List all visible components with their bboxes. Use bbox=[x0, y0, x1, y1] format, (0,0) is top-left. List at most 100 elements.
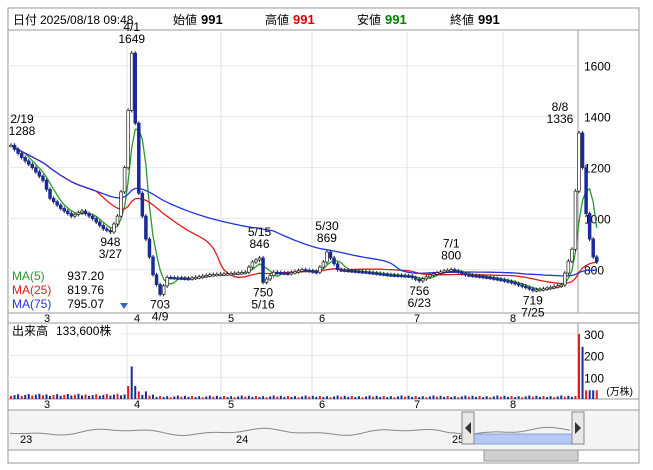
volume-bar bbox=[81, 395, 83, 399]
candle bbox=[101, 225, 106, 230]
candle bbox=[399, 275, 404, 278]
volume-bar bbox=[510, 395, 513, 399]
candle bbox=[37, 171, 42, 177]
price-annotation: 869 bbox=[317, 231, 337, 245]
ma5-value: 937.20 bbox=[67, 269, 104, 283]
candle bbox=[495, 278, 500, 281]
scrollbar-thumb[interactable] bbox=[483, 449, 579, 462]
volume-bar bbox=[542, 395, 545, 399]
overview-selected-range[interactable] bbox=[473, 433, 573, 445]
candle bbox=[552, 286, 556, 289]
candle bbox=[438, 271, 443, 274]
volume-bar bbox=[233, 397, 236, 399]
volume-bar bbox=[460, 396, 463, 399]
y-tick-label: 1400 bbox=[584, 111, 611, 125]
volume-bar bbox=[52, 395, 55, 399]
price-annotation: 846 bbox=[249, 237, 269, 251]
candle bbox=[172, 277, 177, 280]
volume-bar bbox=[127, 385, 130, 399]
volume-bar bbox=[343, 395, 346, 399]
volume-bar bbox=[325, 396, 328, 399]
volume-bar bbox=[38, 393, 41, 399]
volume-bar bbox=[59, 395, 62, 399]
volume-bar bbox=[393, 397, 396, 399]
candle bbox=[204, 275, 209, 278]
volume-bar bbox=[467, 396, 470, 399]
ma25-label: MA(25) bbox=[12, 283, 51, 297]
candle bbox=[396, 274, 400, 278]
candle bbox=[527, 287, 532, 290]
candle bbox=[413, 277, 418, 280]
volume-bar bbox=[123, 394, 126, 399]
volume-bar bbox=[574, 395, 577, 399]
volume-bar bbox=[98, 395, 101, 399]
candle bbox=[594, 256, 599, 263]
candle bbox=[531, 288, 535, 291]
volume-bar bbox=[173, 396, 176, 399]
volume-bar bbox=[120, 395, 123, 399]
volume-bar bbox=[304, 395, 307, 399]
candle bbox=[357, 270, 361, 274]
volume-bar bbox=[208, 395, 211, 399]
candle bbox=[44, 180, 49, 190]
candle bbox=[247, 266, 251, 273]
volume-bar bbox=[361, 397, 364, 399]
candle bbox=[193, 276, 198, 280]
candle bbox=[119, 191, 123, 217]
volume-bar bbox=[386, 397, 389, 399]
x-tick-label: 5 bbox=[228, 313, 234, 325]
candle bbox=[293, 271, 297, 274]
volume-bar bbox=[347, 396, 350, 399]
candle bbox=[41, 175, 45, 181]
volume-bar bbox=[279, 395, 282, 399]
candle bbox=[208, 274, 212, 277]
volume-bar bbox=[205, 396, 208, 399]
candle bbox=[328, 251, 333, 259]
volume-bar bbox=[478, 395, 481, 399]
candle bbox=[545, 287, 549, 290]
candle bbox=[225, 273, 230, 276]
volume-bar bbox=[389, 396, 392, 399]
stock-chart: 日付 2025/08/18 09:48 始値 991 高値 991 安値 991… bbox=[7, 7, 640, 464]
candle bbox=[30, 163, 35, 169]
volume-bar bbox=[56, 394, 59, 399]
candle bbox=[335, 263, 340, 271]
candle bbox=[289, 272, 294, 275]
volume-bar bbox=[350, 395, 353, 399]
volume-bar bbox=[475, 396, 478, 399]
candle bbox=[506, 280, 510, 283]
candle bbox=[12, 144, 17, 150]
volume-bar bbox=[496, 395, 499, 399]
volume-bar bbox=[240, 395, 243, 399]
volume-bar bbox=[17, 394, 20, 399]
volume-bar bbox=[144, 391, 147, 399]
price-annotation: 5/16 bbox=[251, 297, 275, 311]
volume-bar bbox=[148, 395, 151, 399]
date-label: 日付 bbox=[13, 13, 37, 27]
x-tick-label: 8 bbox=[510, 399, 516, 411]
x-tick-label: 8 bbox=[510, 313, 516, 325]
y-tick-label: 1600 bbox=[584, 60, 611, 74]
candle bbox=[137, 122, 141, 194]
volume-bar bbox=[471, 395, 474, 399]
candle bbox=[311, 270, 315, 273]
candle bbox=[523, 285, 528, 289]
volume-bar bbox=[137, 391, 140, 399]
ma25-value: 819.76 bbox=[67, 283, 104, 297]
x-tick-label: 4 bbox=[134, 313, 140, 325]
candle bbox=[76, 212, 81, 215]
candle bbox=[385, 273, 390, 277]
volume-bar bbox=[407, 395, 410, 399]
candle bbox=[563, 272, 567, 286]
volume-bar bbox=[258, 397, 261, 399]
candle bbox=[513, 282, 517, 285]
volume-bar bbox=[10, 395, 12, 399]
candle bbox=[520, 284, 524, 287]
candle bbox=[122, 167, 127, 193]
candle bbox=[488, 276, 493, 280]
volume-bar bbox=[41, 395, 44, 399]
volume-bar bbox=[112, 394, 115, 399]
candle bbox=[367, 271, 372, 275]
candle bbox=[62, 208, 66, 212]
candle bbox=[151, 256, 155, 276]
